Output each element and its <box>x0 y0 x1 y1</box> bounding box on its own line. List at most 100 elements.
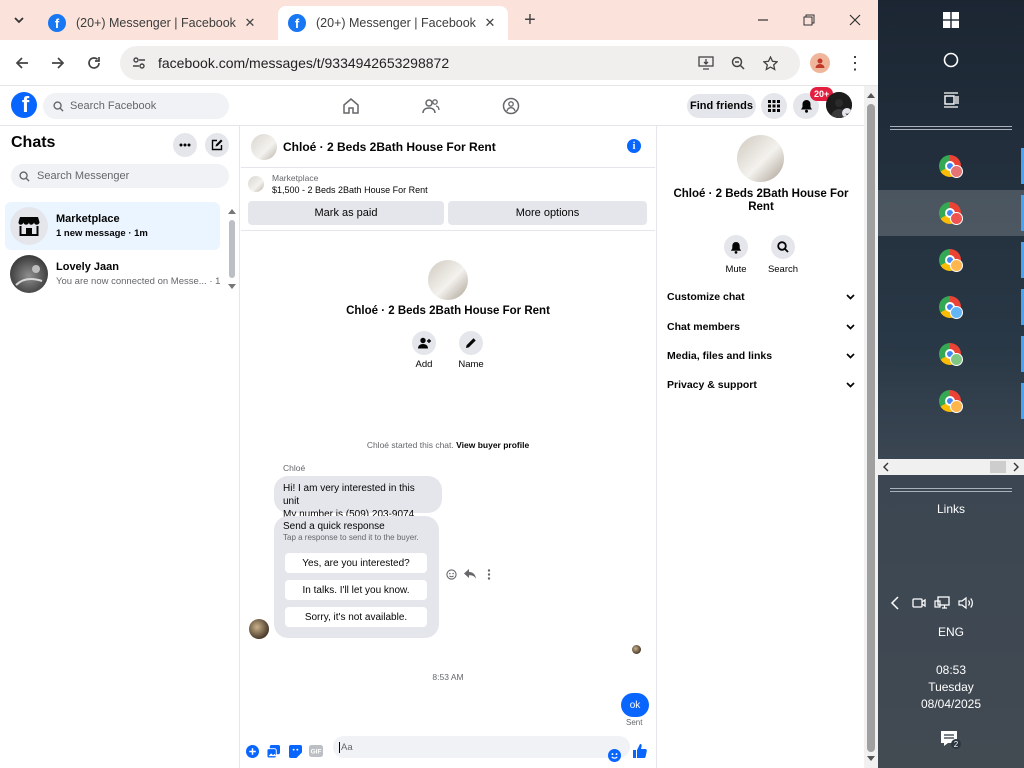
section-chat-members[interactable]: Chat members <box>667 321 855 333</box>
profile-avatar-icon[interactable] <box>810 53 830 73</box>
chrome-profile-icon[interactable] <box>939 296 963 320</box>
friends-icon[interactable] <box>421 96 441 116</box>
clock-day[interactable]: Tuesday <box>878 680 1024 694</box>
forward-button[interactable] <box>47 52 69 74</box>
conversation-title[interactable]: Chloé · 2 Beds 2Bath House For Rent <box>283 140 496 154</box>
browser-tab-1[interactable]: f (20+) Messenger | Facebook ✕ <box>38 6 268 40</box>
browser-menu-button[interactable]: ⋮ <box>846 52 864 74</box>
task-view-icon[interactable] <box>939 88 963 112</box>
chrome-profile-icon[interactable] <box>939 155 963 179</box>
scroll-up-icon[interactable] <box>228 208 236 214</box>
network-icon[interactable] <box>933 595 951 611</box>
section-media-files-links[interactable]: Media, files and links <box>667 350 855 362</box>
reply-icon[interactable] <box>464 568 476 580</box>
conversation-avatar[interactable] <box>251 133 277 160</box>
chevron-left-icon[interactable] <box>886 595 904 611</box>
section-privacy-support[interactable]: Privacy & support <box>667 379 855 391</box>
meet-now-icon[interactable] <box>910 595 928 611</box>
details-avatar[interactable] <box>737 135 784 182</box>
close-tab-icon[interactable]: ✕ <box>242 15 258 31</box>
message-input[interactable]: Aa <box>333 736 630 758</box>
chrome-profile-icon[interactable] <box>939 343 963 367</box>
add-button[interactable]: Add <box>400 331 448 370</box>
tab-search-button[interactable] <box>8 9 30 31</box>
mute-button[interactable]: Mute <box>714 235 758 275</box>
restore-button[interactable] <box>795 6 823 34</box>
volume-icon[interactable] <box>957 595 975 611</box>
url-text[interactable]: facebook.com/messages/t/9334942653298872 <box>158 55 449 71</box>
outgoing-message-bubble[interactable]: ok <box>621 693 649 717</box>
new-tab-button[interactable]: + <box>520 9 540 31</box>
back-button[interactable] <box>11 52 33 74</box>
listing-title[interactable]: $1,500 - 2 Beds 2Bath House For Rent <box>272 185 428 195</box>
action-center-icon[interactable]: 2 <box>939 728 963 752</box>
quick-response-option[interactable]: Sorry, it's not available. <box>285 607 427 627</box>
reload-button[interactable] <box>83 52 105 74</box>
close-window-button[interactable] <box>841 6 869 34</box>
chevron-left-icon[interactable] <box>882 462 890 472</box>
omnibox[interactable]: facebook.com/messages/t/9334942653298872 <box>120 46 800 80</box>
photo-icon[interactable] <box>266 744 280 758</box>
groups-icon[interactable] <box>501 96 521 116</box>
taskbar-scrollbar[interactable] <box>878 459 1024 475</box>
info-icon[interactable]: i <box>627 139 641 153</box>
close-tab-icon[interactable]: ✕ <box>482 15 498 31</box>
clock-time[interactable]: 08:53 <box>878 663 1024 677</box>
chrome-profile-icon[interactable] <box>939 390 963 414</box>
more-vertical-icon[interactable] <box>483 568 495 580</box>
account-avatar[interactable]: ⌄ <box>826 92 852 118</box>
search-in-conversation-button[interactable]: Search <box>761 235 805 275</box>
install-app-icon[interactable] <box>696 53 716 73</box>
scroll-thumb[interactable] <box>990 461 1006 473</box>
facebook-search-input[interactable]: Search Facebook <box>43 93 229 119</box>
bell-icon <box>800 100 812 113</box>
emoji-icon[interactable] <box>607 748 621 762</box>
more-options-button[interactable]: More options <box>448 201 647 225</box>
chrome-profile-icon[interactable] <box>939 202 963 226</box>
chats-scrollbar[interactable] <box>228 208 236 292</box>
find-friends-button[interactable]: Find friends <box>687 94 756 118</box>
links-toolbar-label[interactable]: Links <box>878 502 1024 516</box>
view-buyer-profile-link[interactable]: View buyer profile <box>456 440 529 450</box>
minimize-button[interactable] <box>749 6 777 34</box>
incoming-message-bubble[interactable]: Hi! I am very interested in this unit My… <box>274 476 442 520</box>
sticker-icon[interactable] <box>288 744 302 758</box>
scroll-down-icon[interactable] <box>228 284 236 290</box>
facebook-logo-icon[interactable]: f <box>11 92 37 118</box>
chrome-profile-icon[interactable] <box>939 249 963 273</box>
conversation-details-panel: Chloé · 2 Beds 2Bath House For Rent Mute… <box>656 126 864 768</box>
search-circle-icon[interactable] <box>939 48 963 72</box>
thumbs-up-icon[interactable] <box>633 744 647 758</box>
browser-tab-2-active[interactable]: f (20+) Messenger | Facebook ✕ <box>278 6 508 40</box>
gif-icon[interactable]: GIF <box>309 744 323 758</box>
scroll-thumb[interactable] <box>229 220 235 278</box>
name-button[interactable]: Name <box>447 331 495 370</box>
home-icon[interactable] <box>341 96 361 116</box>
zoom-icon[interactable] <box>728 53 748 73</box>
chat-options-button[interactable] <box>173 133 197 157</box>
windows-start-icon[interactable] <box>939 8 963 32</box>
listing-thumbnail[interactable] <box>248 176 264 192</box>
section-customize-chat[interactable]: Customize chat <box>667 291 855 303</box>
chat-item-marketplace[interactable]: Marketplace 1 new message · 1m <box>5 202 220 250</box>
react-icon[interactable] <box>445 568 457 580</box>
scroll-up-icon[interactable] <box>867 92 875 98</box>
messenger-search-input[interactable]: Search Messenger <box>11 164 229 188</box>
clock-date[interactable]: 08/04/2025 <box>878 697 1024 711</box>
sender-avatar[interactable] <box>249 619 269 639</box>
menu-grid-button[interactable] <box>761 93 787 119</box>
new-message-button[interactable] <box>205 133 229 157</box>
scroll-thumb[interactable] <box>867 104 875 752</box>
chat-item-lovely-jaan[interactable]: Lovely Jaan You are now connected on Mes… <box>5 250 220 298</box>
page-scrollbar[interactable] <box>864 86 878 768</box>
chevron-right-icon[interactable] <box>1012 462 1020 472</box>
mark-as-paid-button[interactable]: Mark as paid <box>248 201 444 225</box>
plus-circle-icon[interactable] <box>245 744 259 758</box>
bookmark-star-icon[interactable] <box>760 53 780 73</box>
scroll-down-icon[interactable] <box>867 756 875 762</box>
language-indicator[interactable]: ENG <box>878 625 1024 639</box>
site-info-icon[interactable] <box>128 56 150 70</box>
quick-response-option[interactable]: In talks. I'll let you know. <box>285 580 427 600</box>
quick-response-option[interactable]: Yes, are you interested? <box>285 553 427 573</box>
profile-avatar[interactable] <box>428 260 468 300</box>
